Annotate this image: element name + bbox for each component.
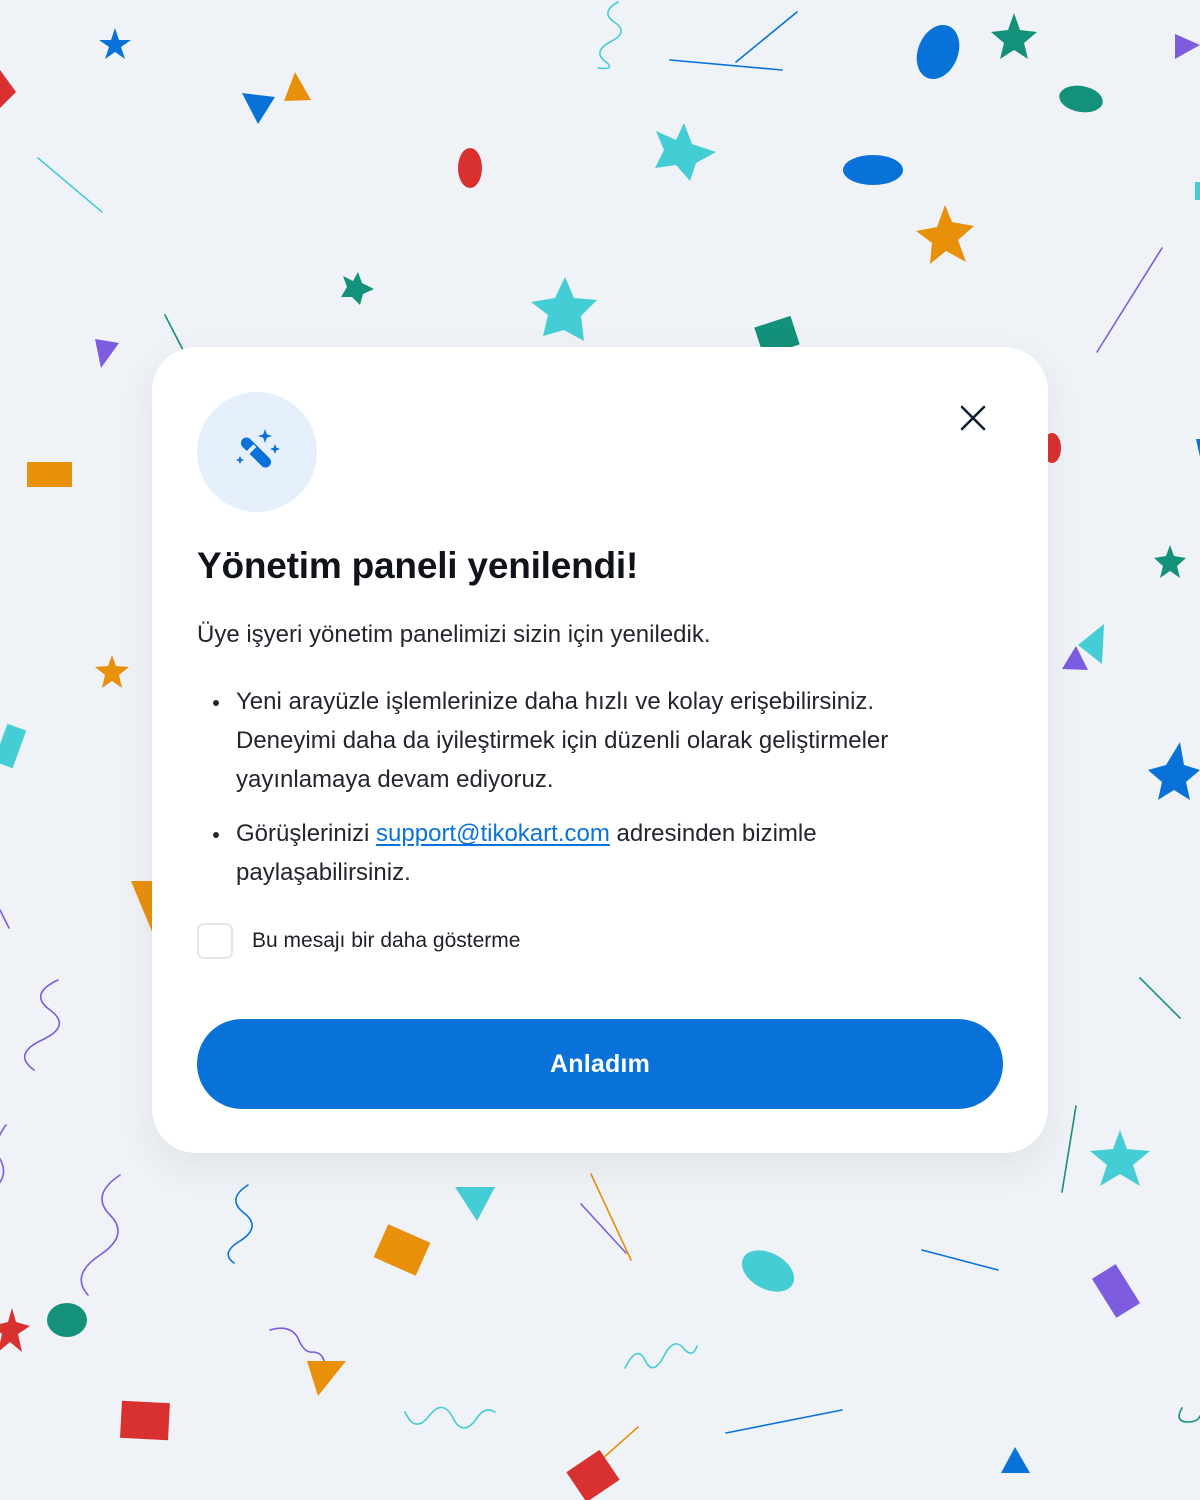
bullet-1-line-2: Deneyimi daha da iyileştirmek için düzen… (236, 727, 889, 754)
close-icon (952, 397, 994, 439)
bullet-1-line-1: Yeni arayüzle işlemlerinize daha hızlı v… (236, 688, 875, 715)
bullet-1-line-3: yayınlamaya devam ediyoruz. (236, 766, 554, 793)
bullet-2-line-1: Görüşlerinizi support@tikokart.com adres… (236, 814, 997, 853)
feature-list: Yeni arayüzle işlemlerinize daha hızlı v… (197, 682, 997, 907)
support-email-link[interactable]: support@tikokart.com (376, 820, 610, 847)
bullet-2-line-2: paylaşabilirsiniz. (236, 859, 411, 886)
announcement-dialog: Yönetim paneli yenilendi! Üye işyeri yön… (152, 347, 1048, 1153)
dialog-title: Yönetim paneli yenilendi! (197, 545, 639, 586)
dont-show-again-label[interactable]: Bu mesajı bir daha gösterme (252, 929, 520, 953)
feature-list-item: Görüşlerinizi support@tikokart.com adres… (197, 814, 997, 892)
dont-show-again-checkbox[interactable] (197, 923, 233, 959)
icon-badge (197, 392, 317, 512)
feature-list-item: Yeni arayüzle işlemlerinize daha hızlı v… (197, 682, 997, 799)
close-button[interactable] (952, 397, 994, 439)
bullet-2-text-after-link: adresinden bizimle (609, 820, 817, 847)
dialog-intro: Üye işyeri yönetim panelimizi sizin için… (197, 621, 711, 648)
dont-show-again-row[interactable]: Bu mesajı bir daha gösterme (197, 922, 520, 960)
bullet-2-text-before-link: Görüşlerinizi (236, 820, 377, 847)
confirm-button[interactable]: Anladım (197, 1019, 1003, 1109)
